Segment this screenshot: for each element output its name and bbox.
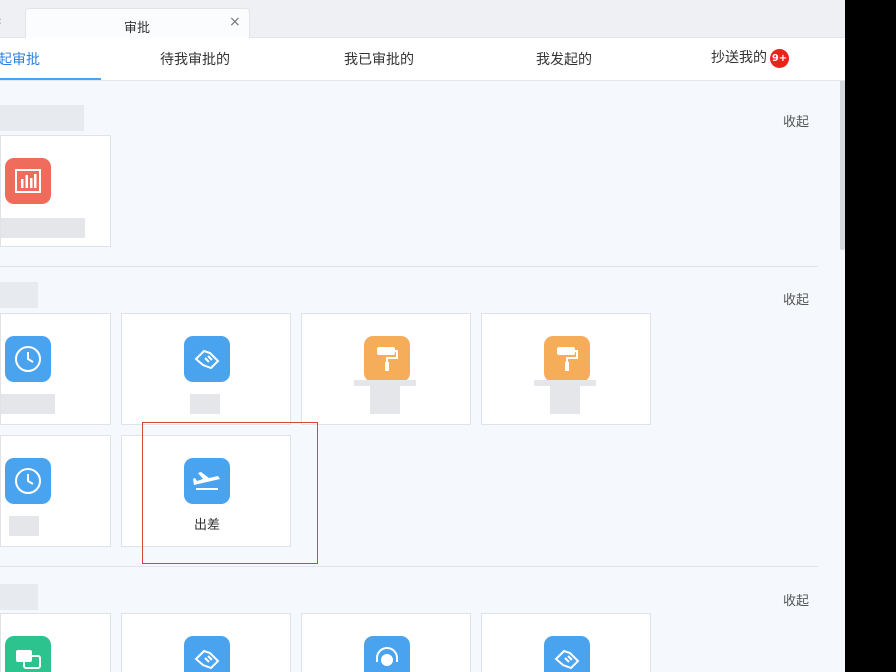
collapse-button[interactable]: 收起 bbox=[783, 289, 809, 308]
nav-cc-to-me[interactable]: 抄送我的 9+ bbox=[711, 47, 789, 68]
approval-card[interactable] bbox=[121, 313, 291, 425]
bar-chart-icon bbox=[5, 158, 51, 204]
approval-nav: 起审批 待我审批的 我已审批的 我发起的 抄送我的 9+ bbox=[0, 38, 845, 81]
nav-pending-mine[interactable]: 待我审批的 bbox=[160, 49, 230, 69]
card-label-blurred bbox=[550, 386, 580, 414]
card-label-blurred bbox=[1, 218, 85, 238]
handshake-icon bbox=[184, 336, 230, 382]
tab-approval[interactable]: 审批 × bbox=[25, 8, 250, 39]
approval-card[interactable] bbox=[0, 613, 111, 672]
card-label-blurred bbox=[9, 516, 39, 536]
section-title-blurred bbox=[0, 282, 38, 308]
approval-card[interactable] bbox=[301, 613, 471, 672]
approval-card[interactable] bbox=[0, 435, 111, 547]
nav-active-indicator bbox=[0, 78, 101, 80]
card-label-blurred bbox=[370, 386, 400, 414]
card-label-blurred bbox=[190, 394, 220, 414]
approval-card[interactable] bbox=[301, 313, 471, 425]
close-icon[interactable]: × bbox=[229, 14, 241, 30]
window-edge bbox=[845, 0, 896, 672]
unread-badge: 9+ bbox=[770, 48, 789, 68]
nav-cc-label: 抄送我的 bbox=[711, 50, 767, 66]
nav-approved-by-me[interactable]: 我已审批的 bbox=[344, 49, 414, 69]
approval-card[interactable] bbox=[0, 135, 111, 247]
nav-initiated-by-me[interactable]: 我发起的 bbox=[536, 49, 592, 69]
section-title-blurred bbox=[0, 584, 38, 610]
approval-card[interactable] bbox=[481, 313, 651, 425]
approval-card[interactable] bbox=[481, 613, 651, 672]
tab-bar: ‹ 审批 × bbox=[0, 0, 845, 39]
chat-bubbles-icon bbox=[5, 636, 51, 672]
approval-card[interactable] bbox=[121, 613, 291, 672]
tab-title: 审批 bbox=[124, 21, 151, 36]
collapse-button[interactable]: 收起 bbox=[783, 590, 809, 609]
clock-icon bbox=[5, 458, 51, 504]
section-divider bbox=[0, 266, 818, 267]
section-title-blurred bbox=[0, 105, 84, 131]
paint-roller-icon bbox=[364, 336, 410, 382]
collapse-button[interactable]: 收起 bbox=[783, 111, 809, 130]
paint-roller-icon bbox=[544, 336, 590, 382]
nav-start-approval[interactable]: 起审批 bbox=[0, 49, 40, 69]
tab-scroll-left-icon[interactable]: ‹ bbox=[0, 14, 2, 28]
clock-icon bbox=[5, 336, 51, 382]
headset-icon bbox=[364, 636, 410, 672]
card-label-blurred bbox=[1, 394, 55, 414]
section-divider bbox=[0, 566, 818, 567]
handshake-icon bbox=[184, 636, 230, 672]
handshake-icon bbox=[544, 636, 590, 672]
selection-highlight bbox=[142, 422, 318, 564]
scrollbar-thumb[interactable] bbox=[840, 60, 845, 250]
approval-card[interactable] bbox=[0, 313, 111, 425]
